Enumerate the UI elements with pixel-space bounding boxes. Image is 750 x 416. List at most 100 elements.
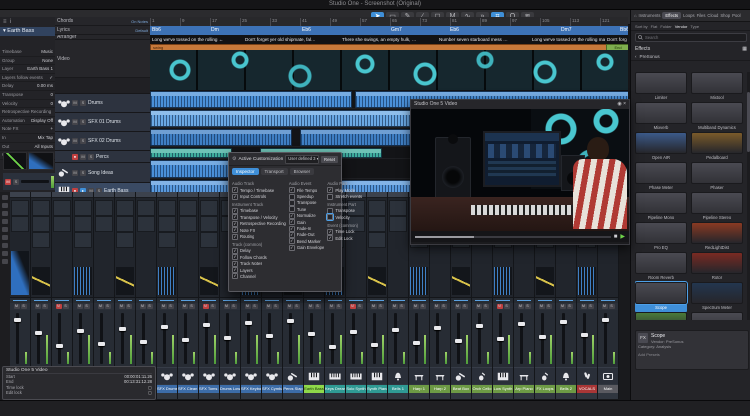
- dialog-option-retrospective-recording[interactable]: ✓Retrospective Recording: [232, 221, 286, 227]
- fader-handle[interactable]: [371, 343, 378, 347]
- channel-icon-tile[interactable]: [388, 367, 408, 384]
- channel-mute-button[interactable]: M: [476, 304, 482, 309]
- track-header-sfx-01-drums[interactable]: MSSFX 01 Drums: [55, 113, 150, 132]
- chord-event-Eb6[interactable]: Eb6: [448, 26, 561, 35]
- checkbox[interactable]: ✓: [232, 194, 238, 200]
- channel-solo-button[interactable]: S: [609, 304, 615, 309]
- browser-filter-flat[interactable]: Flat: [651, 24, 658, 29]
- insert-rack[interactable]: [52, 198, 72, 298]
- channel-name-tag[interactable]: FX Loops: [535, 385, 555, 393]
- fader-handle[interactable]: [392, 328, 399, 332]
- insert-slot[interactable]: [389, 200, 407, 216]
- channel-name-tag[interactable]: Bells 2: [556, 385, 576, 393]
- insert-slot[interactable]: [368, 200, 386, 216]
- channel-solo-button[interactable]: S: [525, 304, 531, 309]
- checkbox[interactable]: [327, 194, 333, 200]
- channel-icon-tile[interactable]: [493, 367, 513, 384]
- checkbox[interactable]: ✓: [232, 187, 238, 193]
- mini-mute-button[interactable]: M: [5, 179, 11, 185]
- dialog-option-edit-lock[interactable]: ✓Edit Lock: [327, 235, 362, 241]
- inspector-row-note-fx[interactable]: Note FX+: [0, 125, 55, 134]
- checkbox[interactable]: ✓: [327, 229, 333, 235]
- channel-solo-button[interactable]: S: [483, 304, 489, 309]
- channel-icon-tile[interactable]: [556, 367, 576, 384]
- browser-home-icon[interactable]: ⌂: [634, 13, 637, 18]
- channel-icon-tile[interactable]: [262, 367, 282, 384]
- channel-name-tag[interactable]: Low Synth: [493, 385, 513, 393]
- plugin-tile-room-reverb[interactable]: Room Reverb: [635, 252, 687, 282]
- track-header-sfx-02-drums[interactable]: MSSFX 02 Drums: [55, 132, 150, 151]
- channel-icon-tile[interactable]: [451, 367, 471, 384]
- pan-slider[interactable]: [115, 298, 135, 303]
- fader-handle[interactable]: [245, 321, 252, 325]
- insert-slot[interactable]: [74, 200, 92, 216]
- insert-slot[interactable]: [368, 216, 386, 232]
- track-header-percs[interactable]: ●MSPercs: [55, 151, 150, 163]
- channel-solo-button[interactable]: S: [294, 304, 300, 309]
- fader-handle[interactable]: [329, 345, 336, 349]
- browser-tab-loops[interactable]: Loops: [683, 13, 694, 18]
- channel-icon-tile[interactable]: [283, 367, 303, 384]
- checkbox[interactable]: ✓: [232, 254, 238, 260]
- pan-slider[interactable]: [346, 298, 366, 303]
- channel-name-tag[interactable]: SFX Drums 3: [157, 385, 177, 393]
- audio-clip[interactable]: [150, 129, 292, 146]
- insert-slot[interactable]: [116, 200, 134, 216]
- insert-slot[interactable]: [137, 216, 155, 232]
- mini-fader[interactable]: [21, 180, 49, 183]
- fader-handle[interactable]: [287, 319, 294, 323]
- inspector-icons[interactable]: ≡ i: [0, 17, 55, 27]
- insert-slot[interactable]: [95, 200, 113, 216]
- chord-event-Dm[interactable]: Dm: [209, 26, 302, 35]
- channel-icon-tile[interactable]: [178, 367, 198, 384]
- insert-rack[interactable]: [10, 198, 30, 298]
- channel-name-tag[interactable]: Percs Slap: [283, 385, 303, 393]
- channel-strip-bells-1[interactable]: MSBells 1: [388, 192, 409, 399]
- channel-solo-button[interactable]: S: [420, 304, 426, 309]
- browser-tab-pool[interactable]: Pool: [732, 13, 740, 18]
- channel-solo-button[interactable]: S: [84, 304, 90, 309]
- channel-mute-button[interactable]: M: [224, 304, 230, 309]
- channel-mute-button[interactable]: M: [98, 304, 104, 309]
- browser-filter-vendor[interactable]: Vendor: [675, 24, 688, 29]
- plugin-tile-mixtool[interactable]: Mixtool: [691, 72, 743, 102]
- vendor-group-header[interactable]: ‹PreSonus: [631, 53, 750, 61]
- rail-icon-8[interactable]: [2, 259, 8, 264]
- channel-mute-button[interactable]: M: [161, 304, 167, 309]
- plugin-tile-open-air[interactable]: Open AIR: [635, 132, 687, 162]
- channel-mute-button[interactable]: M: [350, 304, 356, 309]
- channel-name-tag[interactable]: Drums Low: [220, 385, 240, 393]
- insert-rack[interactable]: [31, 198, 51, 298]
- dialog-option-channel[interactable]: ✓Channel: [232, 273, 286, 279]
- pan-slider[interactable]: [388, 298, 408, 303]
- audio-clip[interactable]: [150, 91, 352, 108]
- insert-slot[interactable]: [74, 232, 92, 248]
- channel-solo-button[interactable]: S: [567, 304, 573, 309]
- rail-icon-3[interactable]: [2, 219, 8, 224]
- pan-slider[interactable]: [325, 298, 345, 303]
- pan-slider[interactable]: [241, 298, 261, 303]
- preset-dropdown[interactable]: User defined 3 ▾: [285, 155, 319, 164]
- insert-slot[interactable]: [137, 200, 155, 216]
- checkbox[interactable]: ✓: [232, 221, 238, 227]
- insert-slot[interactable]: [158, 200, 176, 216]
- channel-solo-button[interactable]: S: [336, 304, 342, 309]
- channel-name-tag[interactable]: Earth Bass: [304, 385, 324, 393]
- pan-slider[interactable]: [178, 298, 198, 303]
- fader-handle[interactable]: [497, 337, 504, 341]
- event-row-edit-lock[interactable]: Edit lock▢: [6, 390, 152, 395]
- channel-solo-button[interactable]: S: [105, 304, 111, 309]
- plugin-tile-pedalboard[interactable]: Pedalboard: [691, 132, 743, 162]
- browser-tab-cloud[interactable]: Cloud: [707, 13, 718, 18]
- mute-button[interactable]: M: [72, 170, 78, 176]
- mute-button[interactable]: M: [80, 154, 86, 160]
- checkbox[interactable]: ✓: [232, 273, 238, 279]
- channel-name-tag[interactable]: SFX Cymbals: [262, 385, 282, 393]
- track-header-song-ideas[interactable]: MSSong Ideas: [55, 163, 150, 183]
- pan-slider[interactable]: [577, 298, 597, 303]
- channel-mute-button[interactable]: M: [182, 304, 188, 309]
- fader-handle[interactable]: [14, 318, 21, 322]
- rail-icon-5[interactable]: [2, 235, 8, 240]
- channel-strip-synth-piano[interactable]: MSSynth Piano: [367, 192, 388, 399]
- pan-slider[interactable]: [262, 298, 282, 303]
